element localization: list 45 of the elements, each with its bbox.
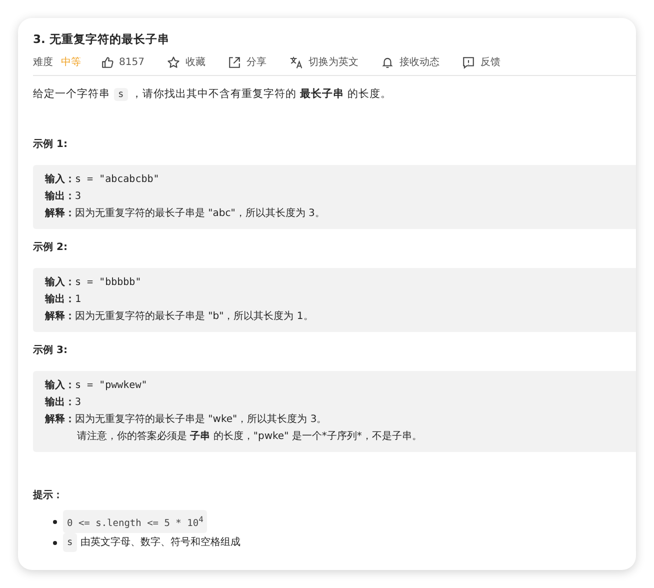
inline-code: s xyxy=(63,533,77,552)
example-label: 解释： xyxy=(45,412,75,427)
difficulty-value: 中等 xyxy=(61,56,81,69)
example-explanation: 因为无重复字符的最长子串是 "b"，所以其长度为 1。 xyxy=(75,310,314,324)
thumbs-up-icon xyxy=(101,56,114,68)
share-button[interactable]: 分享 xyxy=(228,55,266,69)
example-explanation: 因为无重复字符的最长子串是 "abc"，所以其长度为 3。 xyxy=(75,206,325,221)
example-value: s = "abcabcbb" xyxy=(75,173,160,187)
example-value: s = "bbbbb" xyxy=(75,276,142,290)
bullet-icon xyxy=(53,540,57,545)
star-icon xyxy=(167,56,180,68)
example-note: 请注意，你的答案必须是 子串 的长度，"pwke" 是一个*子序列*，不是子串。 xyxy=(76,430,423,444)
example-label: 输出： xyxy=(45,396,75,410)
example-heading: 示例 2: xyxy=(33,241,68,255)
inline-code: s xyxy=(114,88,128,101)
like-button[interactable]: 8157 xyxy=(101,56,144,68)
example-label: 解释： xyxy=(45,206,75,221)
problem-title: 3. 无重复字符的最长子串 xyxy=(33,31,170,47)
example-label: 输入： xyxy=(45,172,75,187)
bullet-icon xyxy=(53,520,57,524)
feedback-button[interactable]: 反馈 xyxy=(462,55,500,69)
hints-heading: 提示： xyxy=(33,488,64,502)
example-value: s = "pwwkew" xyxy=(75,379,148,393)
translate-icon xyxy=(289,56,304,68)
example-label: 输入： xyxy=(45,276,75,290)
difficulty-label: 难度 xyxy=(33,56,53,69)
example-explanation: 因为无重复字符的最长子串是 "wke"，所以其长度为 3。 xyxy=(75,412,327,427)
example-value: 3 xyxy=(75,190,82,204)
example-label: 输出： xyxy=(45,292,75,307)
example-label: 解释： xyxy=(45,310,75,324)
example-label: 输出： xyxy=(45,190,75,204)
share-icon xyxy=(228,56,242,68)
bell-button[interactable]: 接收动态 xyxy=(381,55,440,69)
example-label: 输入： xyxy=(45,378,75,393)
hint-text: 由英文字母、数字、符号和空格组成 xyxy=(80,536,241,550)
star-button[interactable]: 收藏 xyxy=(167,55,206,69)
translate-button[interactable]: 切换为英文 xyxy=(289,55,358,69)
example-heading: 示例 1: xyxy=(33,138,68,152)
example-value: 3 xyxy=(75,396,82,410)
problem-description: 给定一个字符串 s ，请你找出其中不含有重复字符的 最长子串 的长度。 xyxy=(33,87,392,103)
example-heading: 示例 3: xyxy=(33,344,68,358)
feedback-icon xyxy=(462,56,476,68)
inline-code: 0 <= s.length <= 5 * 10$^{4}$ xyxy=(63,510,208,534)
bell-icon xyxy=(381,56,394,68)
example-value: 1 xyxy=(75,293,82,307)
